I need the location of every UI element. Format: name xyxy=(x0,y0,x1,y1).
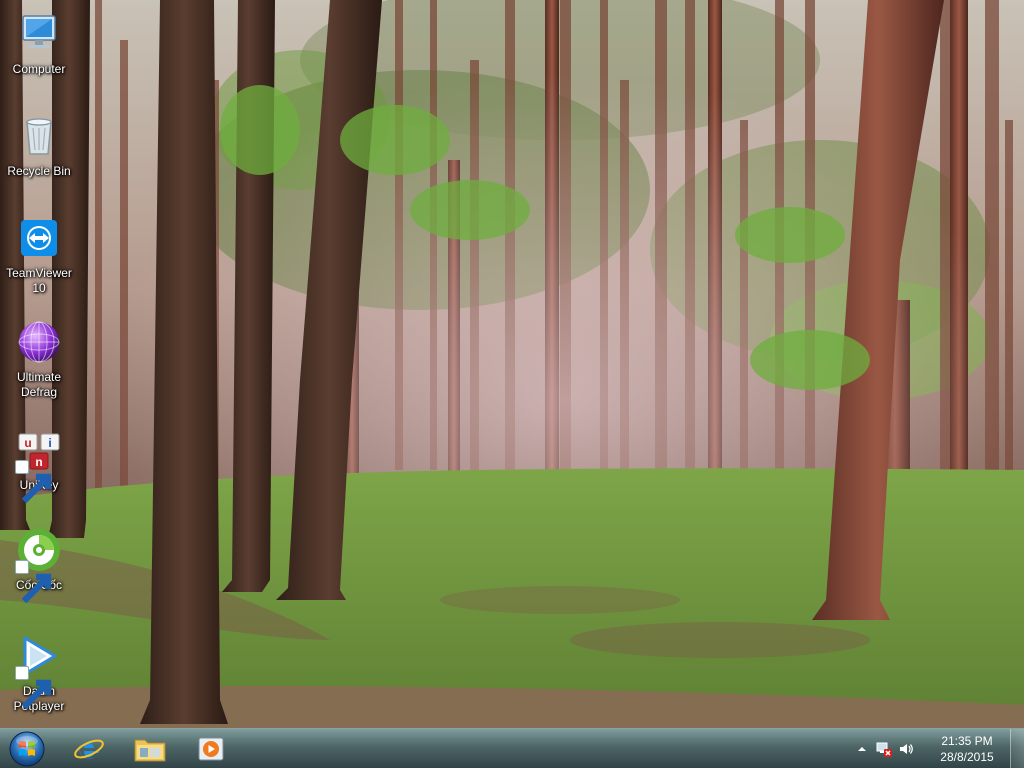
ultimate-defrag-icon xyxy=(15,318,63,366)
desktop-icon-area: Computer Recycle Bin TeamViewer 10 Ultim… xyxy=(0,0,78,728)
coccoc-browser-icon xyxy=(15,526,63,604)
desktop-icon-label: Computer xyxy=(12,62,66,76)
unikey-icon: u i n xyxy=(15,426,63,504)
shortcut-arrow-icon xyxy=(15,560,52,604)
show-hidden-icons-arrow[interactable] xyxy=(854,741,870,757)
desktop-icon-label: Ultimate Defrag xyxy=(16,370,61,399)
taskbar: 21:35 PM 28/8/2015 xyxy=(0,728,1024,768)
desktop-icon-label: TeamViewer 10 xyxy=(6,266,72,295)
clock-date: 28/8/2015 xyxy=(940,750,994,764)
file-explorer-folder-icon xyxy=(134,739,166,762)
desktop-icon-potplayer[interactable]: Daum Potplayer xyxy=(2,624,76,724)
internet-explorer-icon xyxy=(74,739,104,759)
system-tray: 21:35 PM 28/8/2015 xyxy=(854,729,1024,768)
desktop-icon-label: Recycle Bin xyxy=(7,164,71,178)
windows-start-orb-icon xyxy=(9,731,45,767)
shortcut-arrow-icon xyxy=(15,666,52,710)
computer-icon xyxy=(15,10,63,58)
media-player-icon xyxy=(198,737,224,761)
start-button[interactable] xyxy=(4,730,50,768)
desktop-wallpaper xyxy=(0,0,1024,728)
svg-text:u: u xyxy=(24,436,31,450)
clock-time: 21:35 PM xyxy=(941,734,993,748)
taskbar-pin-media-player[interactable] xyxy=(182,731,240,767)
svg-text:i: i xyxy=(48,436,51,450)
recycle-bin-icon xyxy=(15,112,63,160)
taskbar-pin-file-explorer[interactable] xyxy=(121,731,179,767)
desktop-icon-recycle-bin[interactable]: Recycle Bin xyxy=(2,104,76,204)
teamviewer-icon xyxy=(15,214,63,262)
desktop-icon-unikey[interactable]: u i n UniKey xyxy=(2,418,76,518)
desktop-icon-teamviewer[interactable]: TeamViewer 10 xyxy=(2,206,76,306)
potplayer-icon xyxy=(15,632,63,710)
volume-icon[interactable] xyxy=(898,741,914,757)
desktop-icon-ultimate-defrag[interactable]: Ultimate Defrag xyxy=(2,310,76,410)
shortcut-arrow-icon xyxy=(15,460,52,504)
desktop-icon-coccoc[interactable]: Cốc Cốc xyxy=(2,518,76,618)
taskbar-clock[interactable]: 21:35 PM 28/8/2015 xyxy=(932,733,1002,765)
show-desktop-button[interactable] xyxy=(1010,729,1024,768)
taskbar-pin-internet-explorer[interactable] xyxy=(60,731,118,767)
desktop-icon-computer[interactable]: Computer xyxy=(2,2,76,102)
network-warning-icon[interactable] xyxy=(876,741,892,757)
